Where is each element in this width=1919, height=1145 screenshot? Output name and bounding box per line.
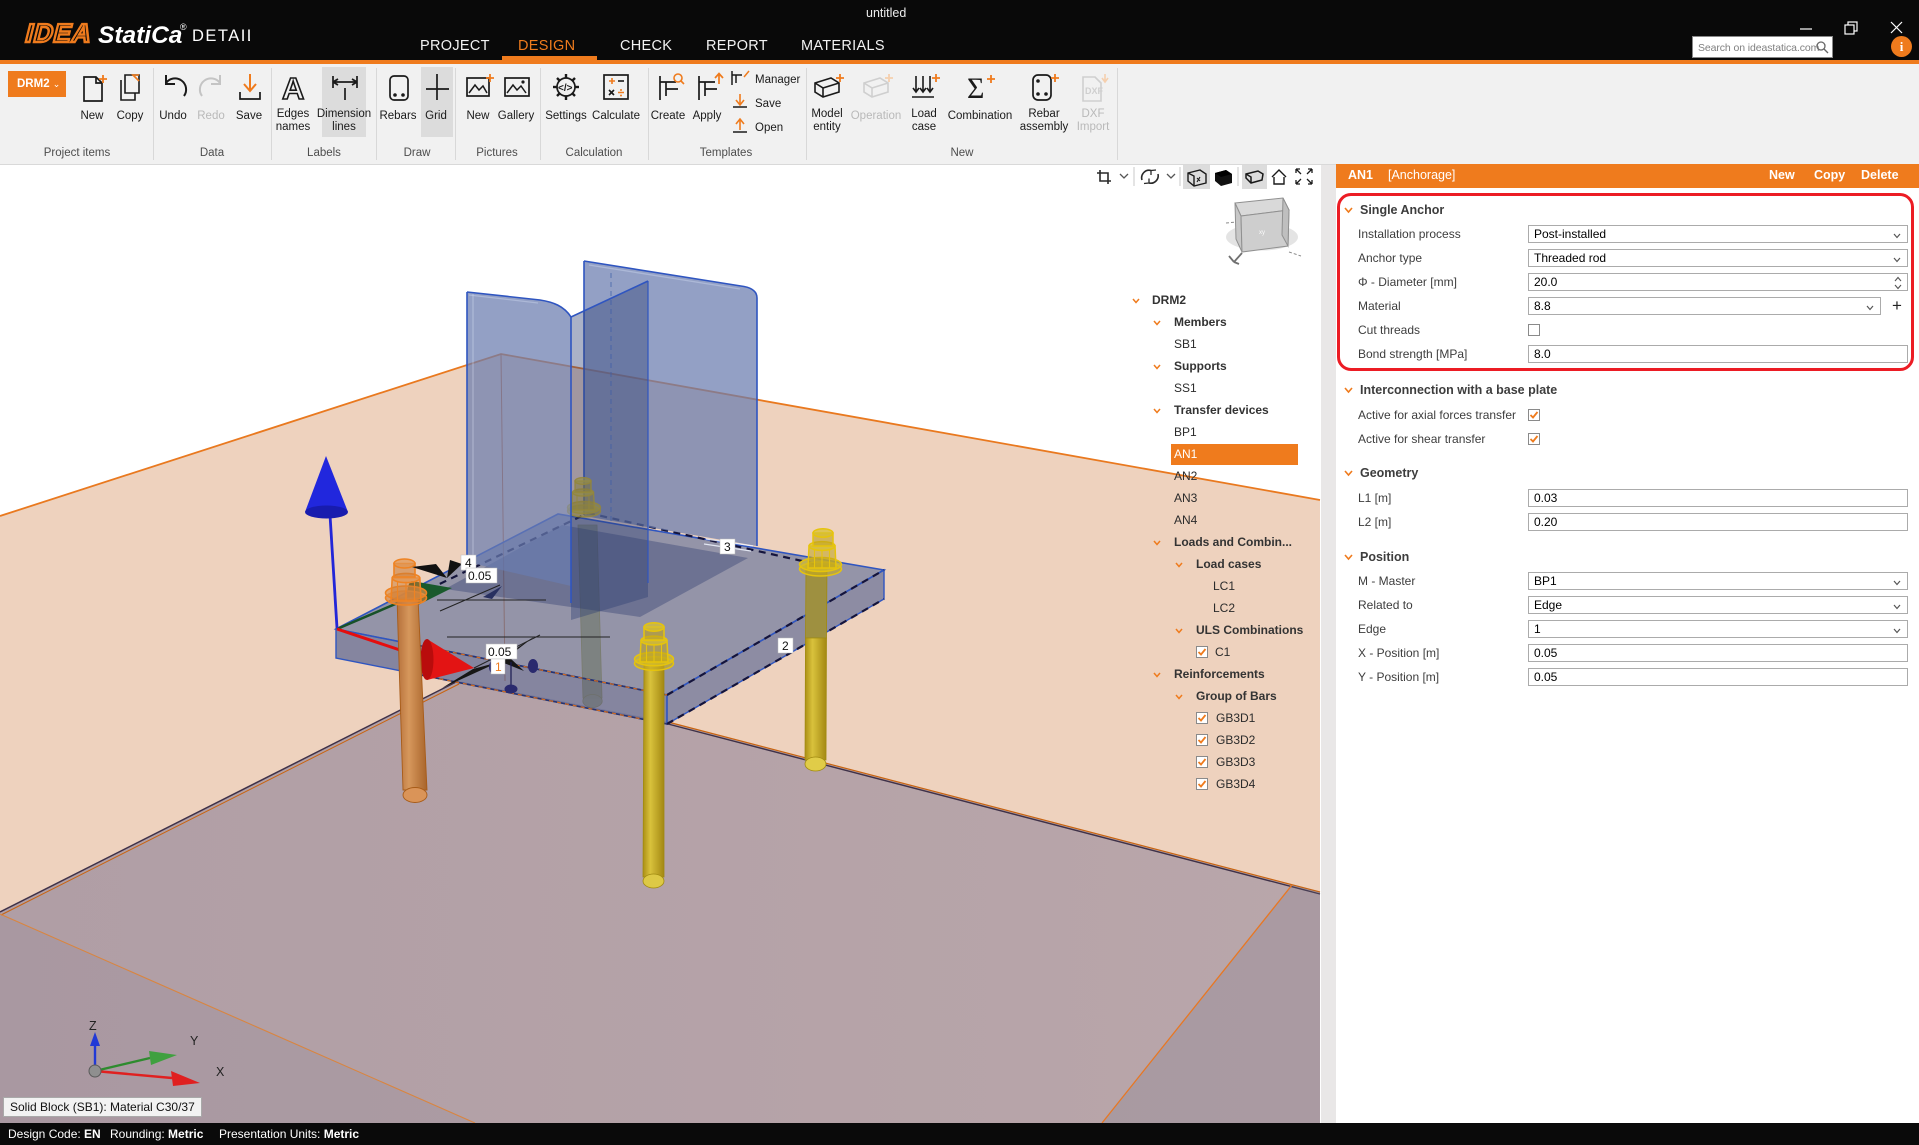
svg-text:A: A: [282, 71, 304, 106]
svg-text:Σ: Σ: [967, 72, 984, 105]
svg-text:®: ®: [180, 22, 187, 32]
svg-text:</>: </>: [558, 83, 573, 94]
svg-text:2: 2: [782, 639, 789, 653]
svg-text:DETAIL: DETAIL: [192, 27, 250, 45]
svg-text:Z: Z: [89, 1019, 97, 1033]
svg-text:0.05: 0.05: [468, 569, 492, 583]
svg-text:IDEA: IDEA: [23, 18, 96, 48]
svg-text:3: 3: [724, 540, 731, 554]
svg-text:0.05: 0.05: [488, 645, 512, 659]
svg-text:DXF: DXF: [1085, 86, 1104, 96]
svg-text:1: 1: [495, 660, 502, 674]
svg-text:xy: xy: [1259, 230, 1265, 236]
svg-text:StatiCa: StatiCa: [98, 22, 182, 49]
svg-text:X: X: [216, 1065, 225, 1079]
svg-text:Y: Y: [190, 1034, 199, 1048]
